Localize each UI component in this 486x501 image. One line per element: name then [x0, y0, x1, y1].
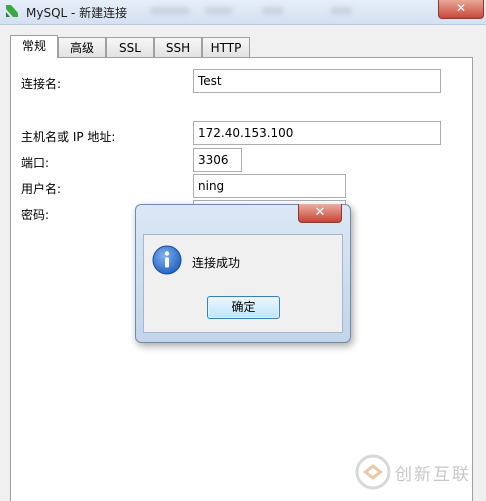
- title-bar[interactable]: MySQL - 新建连接 ✕: [0, 0, 486, 25]
- watermark-text: 创新互联: [395, 465, 471, 485]
- window-close-button[interactable]: ✕: [438, 0, 484, 19]
- tab-general[interactable]: 常规: [10, 35, 58, 58]
- connection-window: MySQL - 新建连接 ✕ 常规 高级 SSL SSH HTTP 连接名: T…: [0, 0, 486, 501]
- tab-ssl[interactable]: SSL: [106, 37, 154, 57]
- user-label: 用户名:: [21, 182, 62, 196]
- dialog-close-button[interactable]: ✕: [298, 204, 342, 223]
- title-blur-region: [150, 7, 190, 15]
- host-input[interactable]: 172.40.153.100: [193, 121, 441, 145]
- connection-name-label: 连接名:: [21, 77, 62, 91]
- title-blur-region: [205, 7, 233, 15]
- tab-http[interactable]: HTTP: [202, 37, 250, 57]
- ok-button[interactable]: 确定: [207, 296, 280, 319]
- port-label: 端口:: [21, 156, 50, 170]
- watermark-logo-icon: [355, 454, 391, 490]
- navicat-app-icon: [6, 5, 18, 17]
- password-label: 密码:: [21, 208, 50, 222]
- tab-ssh[interactable]: SSH: [154, 37, 202, 57]
- tab-advanced[interactable]: 高级: [58, 37, 106, 57]
- dialog-message: 连接成功: [192, 256, 241, 270]
- connection-name-input[interactable]: Test: [193, 69, 441, 93]
- watermark: 创新互联: [355, 452, 481, 492]
- info-icon: [152, 245, 182, 275]
- title-blur-region: [330, 7, 352, 15]
- connection-success-dialog: ✕ 连接成功 确定: [135, 204, 351, 343]
- user-input[interactable]: ning: [193, 174, 346, 198]
- host-label: 主机名或 IP 地址:: [21, 130, 116, 144]
- window-title: MySQL - 新建连接: [26, 6, 128, 20]
- dialog-body: 连接成功 确定: [143, 234, 343, 333]
- title-blur-region: [262, 7, 284, 15]
- port-input[interactable]: 3306: [193, 148, 242, 172]
